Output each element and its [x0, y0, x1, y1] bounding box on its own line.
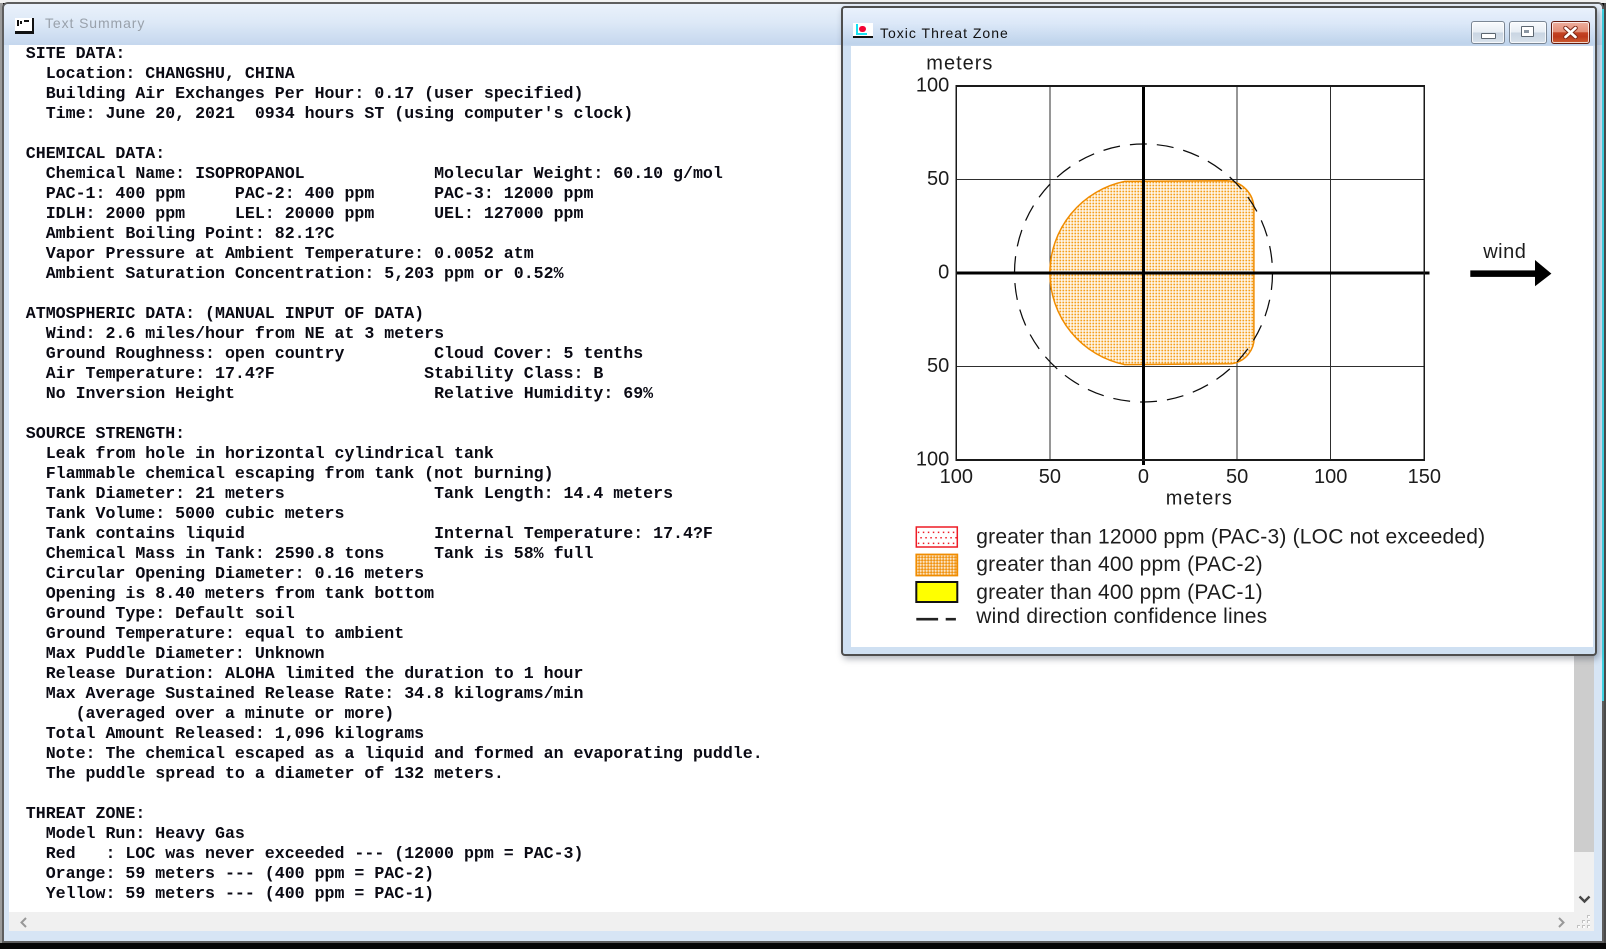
svg-text:greater than 400 ppm (PAC-1): greater than 400 ppm (PAC-1) [977, 581, 1264, 604]
svg-text:meters: meters [1166, 487, 1233, 509]
svg-text:50: 50 [928, 168, 950, 190]
svg-text:meters: meters [927, 52, 994, 74]
svg-text:greater than 400 ppm (PAC-2): greater than 400 ppm (PAC-2) [977, 553, 1264, 576]
svg-text:100: 100 [1314, 465, 1347, 487]
svg-text:100: 100 [940, 465, 973, 487]
svg-text:50: 50 [1226, 465, 1248, 487]
svg-text:wind direction confidence line: wind direction confidence lines [976, 605, 1268, 628]
svg-text:50: 50 [928, 355, 950, 377]
svg-text:0: 0 [939, 261, 950, 283]
svg-text:100: 100 [916, 74, 949, 96]
svg-text:0: 0 [1138, 465, 1149, 487]
svg-text:wind: wind [1483, 241, 1527, 263]
svg-text:greater than 12000 ppm (PAC-3): greater than 12000 ppm (PAC-3) (LOC not … [977, 525, 1486, 548]
svg-text:50: 50 [1039, 465, 1061, 487]
svg-text:150: 150 [1408, 465, 1441, 487]
